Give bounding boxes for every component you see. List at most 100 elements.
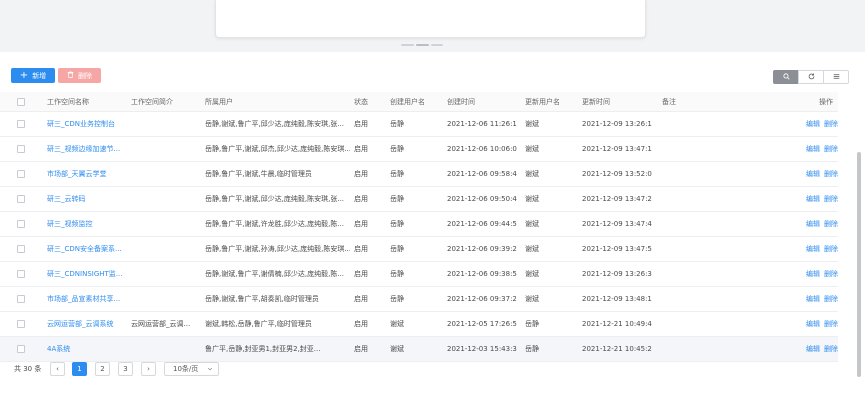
workspace-name-link[interactable]: 4A系统 [47,337,70,361]
workspace-name-link[interactable]: 研三_CDN安全备案系... [47,237,122,261]
search-toggle-button[interactable] [773,70,799,84]
status-text: 启用 [354,245,368,253]
edit-link[interactable]: 编辑 [806,144,820,154]
creator-name: 岳静 [390,120,404,128]
edit-link[interactable]: 编辑 [806,194,820,204]
row-checkbox[interactable] [17,320,25,328]
row-checkbox[interactable] [17,120,25,128]
creator-name: 岳静 [390,270,404,278]
creator-name: 岳静 [390,170,404,178]
row-checkbox[interactable] [17,170,25,178]
edit-link[interactable]: 编辑 [806,269,820,279]
edit-link[interactable]: 编辑 [806,219,820,229]
workspace-users: 岳静,鲁广平,谢斌,邱少达,庞纯毅,陈安琪,张... [205,195,345,203]
status-text: 启用 [354,270,368,278]
updated-time: 2021-12-09 13:48:19 [582,295,652,303]
workspace-name-link[interactable]: 市场部_品宣素材共享... [47,287,120,311]
plus-icon: + [19,69,29,81]
pagination-total: 共 30 条 [14,365,42,373]
workspace-users: 岳静,鲁广平,谢斌,许龙胜,邱少达,庞纯毅,陈... [205,220,345,228]
delete-link[interactable]: 删除 [824,294,838,304]
edit-link[interactable]: 编辑 [806,244,820,254]
edit-link[interactable]: 编辑 [806,294,820,304]
edit-link[interactable]: 编辑 [806,319,820,329]
row-checkbox[interactable] [17,245,25,253]
status-text: 启用 [354,195,368,203]
col-updated: 更新时间 [582,97,610,106]
workspace-name-link[interactable]: 研三_视频边缘加速节... [47,137,120,161]
workspace-users: 岳静,谢斌,鲁广平,邱少达,庞纯毅,陈安琪,张... [205,120,345,128]
delete-link[interactable]: 删除 [824,144,838,154]
delete-link[interactable]: 删除 [824,244,838,254]
workspace-name-link[interactable]: 云网运营部_云调系统 [47,312,114,336]
delete-link[interactable]: 删除 [824,344,838,354]
next-page-button[interactable]: › [141,362,156,376]
row-actions: 编辑 删除 [806,137,838,161]
collapse-handle[interactable] [401,44,443,46]
created-time: 2021-12-06 11:26:14 [447,120,517,128]
page-size-select[interactable]: 10条/页 [164,362,219,376]
status-text: 启用 [354,295,368,303]
workspace-name-link[interactable]: 研三_CDN业务控制台 [47,112,115,136]
col-ops: 操作 [819,97,833,106]
workspace-users: 岳静,谢斌,鲁广平,谢倩楠,邱少达,庞纯毅,陈... [205,270,345,278]
row-checkbox[interactable] [17,220,25,228]
delete-link[interactable]: 删除 [824,119,838,129]
delete-link[interactable]: 删除 [824,319,838,329]
row-checkbox[interactable] [17,345,25,353]
col-status: 状态 [354,97,368,106]
add-button[interactable]: + 新增 [11,68,55,83]
updated-time: 2021-12-21 10:49:48 [582,320,652,328]
select-all-checkbox[interactable] [17,98,25,106]
workspace-name-link[interactable]: 研三_云转码 [47,187,86,211]
row-actions: 编辑 删除 [806,262,838,286]
updater-name: 谢斌 [525,120,539,128]
workspace-name-link[interactable]: 市场部_天翼云学堂 [47,162,107,186]
edit-link[interactable]: 编辑 [806,119,820,129]
menu-icon [833,73,840,82]
delete-link[interactable]: 删除 [824,169,838,179]
table-row: 市场部_天翼云学堂 岳静,鲁广平,谢斌,牛晨,临时管理员 启用 岳静 2021-12-0… [0,162,838,187]
row-actions: 编辑 删除 [806,312,838,336]
col-updater: 更新用户名 [525,97,560,106]
page-size-value: 10条/页 [173,365,199,373]
updated-time: 2021-12-09 13:47:26 [582,195,652,203]
delete-link[interactable]: 删除 [824,194,838,204]
prev-page-button[interactable]: ‹ [50,362,65,376]
delete-link[interactable]: 删除 [824,269,838,279]
updater-name: 谢斌 [525,145,539,153]
updater-name: 谢斌 [525,220,539,228]
workspace-name-link[interactable]: 研三_CDNINSIGHT监... [47,262,122,286]
row-checkbox[interactable] [17,270,25,278]
updater-name: 岳静 [525,345,539,353]
columns-button[interactable] [823,70,849,84]
updated-time: 2021-12-09 13:26:18 [582,120,652,128]
refresh-button[interactable] [798,70,824,84]
page-3-button[interactable]: 3 [118,362,133,376]
row-checkbox[interactable] [17,195,25,203]
updated-time: 2021-12-09 13:26:33 [582,270,652,278]
status-text: 启用 [354,320,368,328]
updated-time: 2021-12-09 13:47:59 [582,245,652,253]
creator-name: 谢斌 [390,345,404,353]
col-created: 创建时间 [447,97,475,106]
updated-time: 2021-12-09 13:47:10 [582,145,652,153]
scrollbar-thumb[interactable] [857,152,861,377]
page-1-button[interactable]: 1 [72,362,87,376]
workspace-name-link[interactable]: 研三_视频监控 [47,212,93,236]
row-actions: 编辑 删除 [806,212,838,236]
delete-button-label: 删除 [78,71,92,80]
col-creator: 创建用户名 [390,97,425,106]
delete-button[interactable]: 删除 [58,68,101,83]
table-row: 研三_视频边缘加速节... 岳静,鲁广平,谢斌,邱杰,邱少达,庞纯毅,陈安琪...… [0,137,838,162]
row-checkbox[interactable] [17,295,25,303]
workspace-users: 鲁广平,岳静,封亚男1,封亚男2,封亚... [205,345,321,353]
edit-link[interactable]: 编辑 [806,169,820,179]
chevron-left-icon: ‹ [56,365,59,373]
created-time: 2021-12-06 09:44:56 [447,220,517,228]
row-checkbox[interactable] [17,145,25,153]
table-row: 市场部_品宣素材共享... 岳静,谢斌,鲁广平,胡奏凯,临时管理员 启用 岳静 2021… [0,287,838,312]
delete-link[interactable]: 删除 [824,219,838,229]
edit-link[interactable]: 编辑 [806,344,820,354]
page-2-button[interactable]: 2 [95,362,110,376]
